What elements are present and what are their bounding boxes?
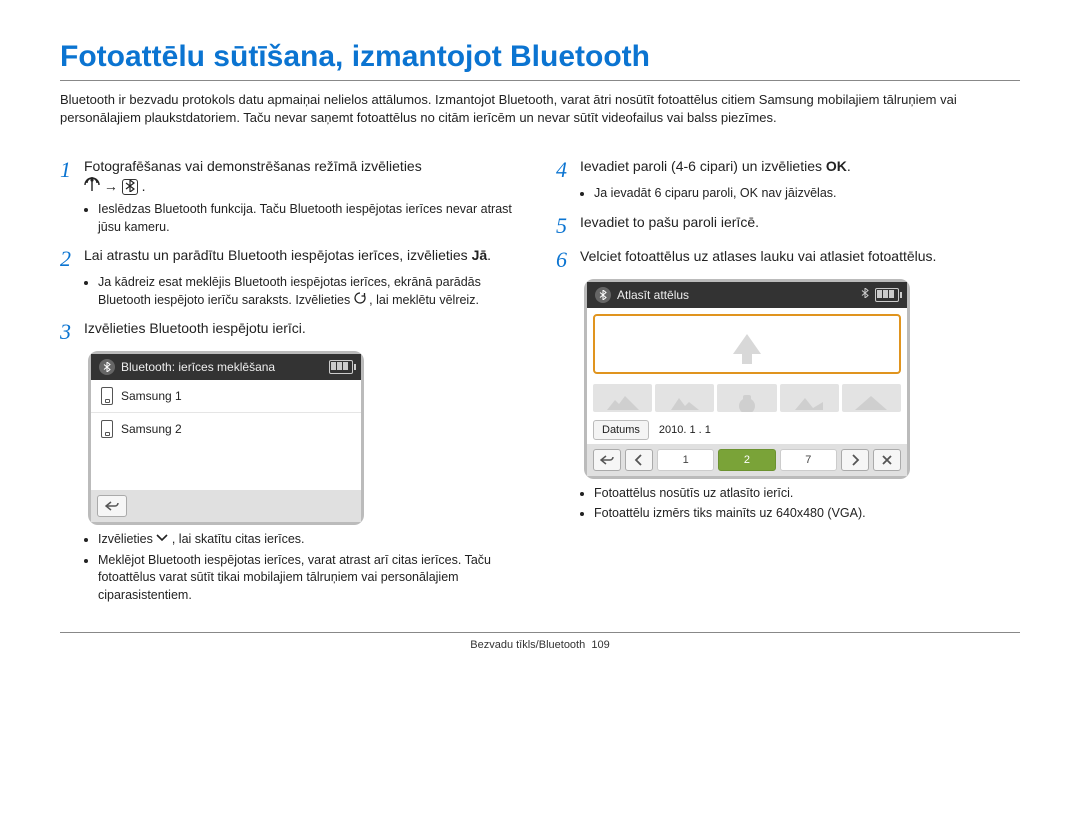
date-value: 2010. 1 . 1 [659,424,711,436]
bluetooth-small-icon [861,288,869,301]
battery-icon [875,288,899,302]
screenshot-title: Bluetooth: ierīces meklēšana [121,360,275,374]
screenshot-header: Bluetooth: ierīces meklēšana [91,354,361,380]
step-4-text-a: Ievadiet paroli (4-6 cipari) un izvēliet… [580,158,826,174]
left-column: 1 Fotografēšanas vai demonstrēšanas režī… [60,147,524,608]
step-3-text: Izvēlieties Bluetooth iespējotu ierīci. [84,320,306,336]
next-button[interactable] [841,449,869,471]
step-number: 6 [556,247,580,271]
thumbnail-row [587,380,907,416]
device-row[interactable]: Samsung 2 [91,412,361,445]
right-column: 4 Ievadiet paroli (4-6 cipari) un izvēli… [556,147,1020,608]
step-2-text-b: Jā [472,247,488,263]
step-number: 1 [60,157,84,181]
step-5: 5 Ievadiet to pašu paroli ierīcē. [556,213,1020,237]
step-4-sub-a: Ja ievadāt 6 ciparu paroli, [594,186,740,200]
page-footer: Bezvadu tīkls/Bluetooth 109 [60,633,1020,651]
step-4-sub-b: OK [740,186,758,200]
step-6: 6 Velciet fotoattēlus uz atlases lauku v… [556,247,1020,271]
back-button[interactable] [97,495,127,517]
screenshot-title: Atlasīt attēlus [617,288,689,302]
phone-icon [101,387,113,405]
step-1-text: Fotografēšanas vai demonstrēšanas režīmā… [84,158,422,174]
step-2-text-a: Lai atrastu un parādītu Bluetooth iespēj… [84,247,472,263]
device-list: Samsung 1 Samsung 2 [91,380,361,490]
title-divider [60,80,1020,81]
step-4-sub-c: nav jāizvēlas. [761,186,836,200]
step-3: 3 Izvēlieties Bluetooth iespējotu ierīci… [60,319,524,343]
page-indicator: 1 [657,449,714,471]
refresh-icon [354,292,366,310]
footer-page-number: 109 [591,639,609,651]
bluetooth-status-icon [99,359,115,375]
select-images-screenshot: Atlasīt attēlus [584,279,910,479]
step-number: 3 [60,319,84,343]
step-2-sub-b: , lai meklētu vēlreiz. [369,293,479,307]
step-3-sub-1: Izvēlieties , lai skatītu citas ierīces. [98,531,524,549]
drop-target[interactable] [593,314,901,374]
antenna-icon [84,177,100,197]
chevron-down-icon [156,531,168,549]
step-6-sub-1: Fotoattēlus nosūtīs uz atlasīto ierīci. [594,485,1020,503]
date-row: Datums 2010. 1 . 1 [587,416,907,444]
page-title: Fotoattēlu sūtīšana, izmantojot Bluetoot… [60,40,1020,74]
close-button[interactable] [873,449,901,471]
thumbnail[interactable] [655,384,714,412]
date-filter-button[interactable]: Datums [593,420,649,440]
bluetooth-status-icon [595,287,611,303]
footer-section: Bezvadu tīkls/Bluetooth [470,639,585,651]
device-name: Samsung 1 [121,389,182,403]
thumbnail[interactable] [717,384,776,412]
thumbnail[interactable] [842,384,901,412]
battery-icon [329,360,353,374]
device-row[interactable]: Samsung 1 [91,380,361,412]
page-indicator-active: 2 [718,449,775,471]
step-1: 1 Fotografēšanas vai demonstrēšanas režī… [60,157,524,197]
thumbnail[interactable] [593,384,652,412]
bluetooth-search-screenshot: Bluetooth: ierīces meklēšana Samsung 1 S… [88,351,364,525]
step-number: 4 [556,157,580,181]
step-4-text-b: OK [826,158,847,174]
step-6-text: Velciet fotoattēlus uz atlases lauku vai… [580,248,936,264]
step-4-sub: Ja ievadāt 6 ciparu paroli, OK nav jāizv… [594,185,1020,203]
step-5-text: Ievadiet to pašu paroli ierīcē. [580,214,759,230]
step-number: 2 [60,246,84,270]
screenshot-header: Atlasīt attēlus [587,282,907,308]
prev-button[interactable] [625,449,653,471]
upload-arrow-icon [733,334,761,354]
screenshot-footer [91,490,361,522]
device-name: Samsung 2 [121,422,182,436]
step-4: 4 Ievadiet paroli (4-6 cipari) un izvēli… [556,157,1020,181]
bluetooth-icon [122,179,138,195]
step-2-sub: Ja kādreiz esat meklējis Bluetooth iespē… [98,274,524,309]
step-2: 2 Lai atrastu un parādītu Bluetooth iesp… [60,246,524,270]
phone-icon [101,420,113,438]
arrow-text: → [104,178,118,194]
screenshot-footer: 1 2 7 [587,444,907,476]
back-button[interactable] [593,449,621,471]
step-3-sub-2: Meklējot Bluetooth iespējotas ierīces, v… [98,552,524,605]
thumbnail[interactable] [780,384,839,412]
intro-paragraph: Bluetooth ir bezvadu protokols datu apma… [60,91,1020,127]
page-indicator: 7 [780,449,837,471]
step-6-sub-2: Fotoattēlu izmērs tiks mainīts uz 640x48… [594,505,1020,523]
step-number: 5 [556,213,580,237]
step-1-sub: Ieslēdzas Bluetooth funkcija. Taču Bluet… [98,201,524,236]
